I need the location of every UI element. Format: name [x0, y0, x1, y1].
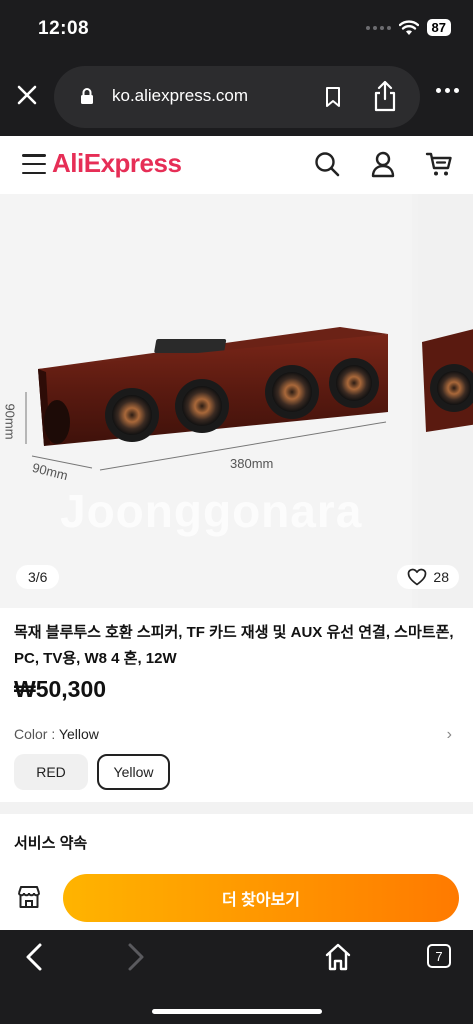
back-icon[interactable] — [22, 942, 46, 972]
forward-icon[interactable] — [124, 942, 148, 972]
color-option-red[interactable]: RED — [14, 754, 88, 790]
browser-toolbar: 7 — [0, 930, 473, 1024]
aliexpress-logo[interactable]: AliExpress — [52, 148, 182, 179]
product-price: ₩50,300 — [14, 676, 107, 702]
home-icon[interactable] — [324, 942, 352, 972]
status-bar: 12:08 87 — [0, 0, 473, 60]
speaker-driver — [329, 358, 379, 408]
color-option-yellow[interactable]: Yellow — [97, 754, 170, 790]
menu-icon[interactable] — [22, 154, 46, 174]
product-gallery[interactable]: 90mm 90mm 380mm Joonggonara 3/6 28 — [0, 194, 473, 608]
header-actions — [313, 150, 453, 178]
speaker-driver — [105, 388, 159, 442]
color-selector-row[interactable]: Color : Yellow › — [14, 726, 458, 744]
status-time: 12:08 — [38, 18, 90, 39]
speaker-image — [422, 329, 473, 432]
wishlist-count: 28 — [433, 569, 449, 585]
image-counter: 3/6 — [16, 565, 60, 589]
address-bar[interactable]: ko.aliexpress.com — [54, 66, 420, 128]
url-text: ko.aliexpress.com — [112, 86, 249, 105]
next-product-image[interactable] — [418, 194, 473, 608]
bookmark-icon[interactable] — [324, 86, 342, 108]
find-more-button[interactable]: 더 찾아보기 — [63, 874, 459, 922]
home-indicator — [152, 1009, 322, 1014]
service-promise-title: 서비스 약속 — [14, 835, 88, 852]
lock-icon — [81, 88, 93, 104]
close-icon[interactable] — [14, 82, 40, 108]
status-icons: 87 — [365, 19, 451, 36]
account-icon[interactable] — [369, 150, 397, 178]
signal-icon — [365, 25, 391, 30]
heart-icon — [408, 568, 427, 586]
share-icon[interactable] — [372, 80, 398, 112]
speaker-image — [25, 327, 388, 471]
battery-indicator: 87 — [426, 19, 451, 36]
section-divider — [0, 802, 473, 814]
browser-bar: ko.aliexpress.com — [0, 60, 473, 136]
cart-icon[interactable] — [425, 150, 453, 178]
tabs-button[interactable]: 7 — [427, 944, 451, 968]
chevron-right-icon[interactable]: › — [447, 726, 452, 744]
store-icon[interactable] — [16, 884, 42, 910]
color-separator: : — [51, 726, 59, 742]
watermark: Joonggonara — [60, 485, 363, 537]
product-image[interactable]: 90mm 90mm 380mm Joonggonara — [0, 194, 412, 608]
speaker-driver — [175, 379, 229, 433]
wifi-icon — [398, 19, 419, 35]
height-dimension: 90mm — [2, 403, 18, 440]
more-icon[interactable] — [436, 88, 459, 93]
speaker-driver — [265, 365, 319, 419]
search-icon[interactable] — [313, 150, 341, 178]
width-dimension: 380mm — [230, 456, 274, 471]
color-label: Color — [14, 726, 48, 742]
color-value: Yellow — [58, 726, 99, 742]
wishlist-button[interactable]: 28 — [397, 565, 459, 589]
site-header: AliExpress — [0, 136, 473, 194]
web-page: AliExpress 90mm 90mm 380mm Joonggonara 3… — [0, 136, 473, 930]
product-title: 목재 블루투스 호환 스피커, TF 카드 재생 및 AUX 유선 연결, 스마… — [14, 624, 454, 667]
